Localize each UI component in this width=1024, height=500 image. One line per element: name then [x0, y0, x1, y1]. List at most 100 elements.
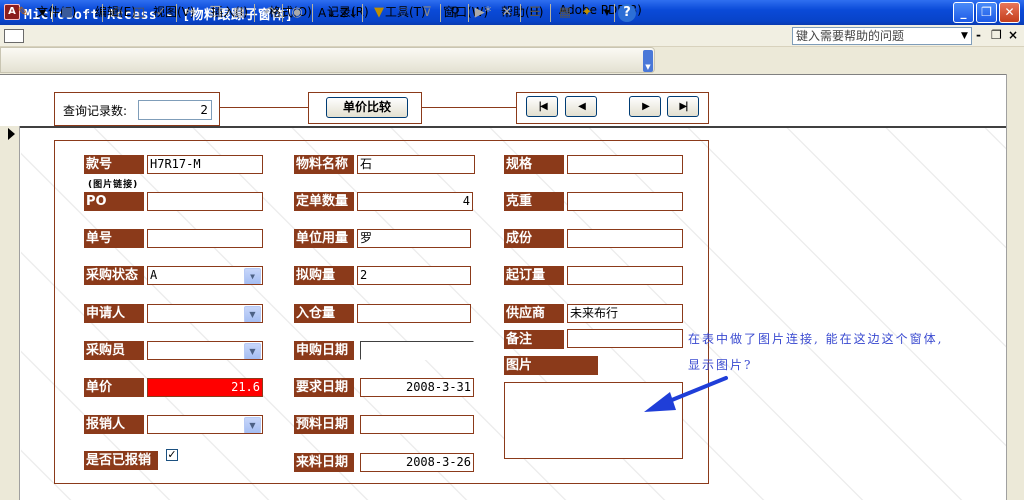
- combo-arrow-icon[interactable]: ▼: [244, 343, 261, 359]
- current-record-pointer-icon: [8, 128, 15, 140]
- search-file-icon[interactable]: ⌕: [80, 4, 98, 22]
- expected-date-label: 预料日期: [294, 415, 354, 434]
- copy-icon[interactable]: ❐: [206, 4, 224, 22]
- buyer-combo[interactable]: ▼: [147, 341, 263, 360]
- mdi-minimize-button[interactable]: -: [976, 28, 981, 42]
- planned-qty-field[interactable]: 2: [357, 266, 471, 285]
- mdi-restore-button[interactable]: ❐: [991, 28, 1002, 42]
- toolbar-separator: [52, 4, 53, 22]
- previous-record-button[interactable]: ◀: [565, 96, 597, 117]
- order-qty-label: 定单数量: [294, 192, 354, 211]
- form-menu-icon[interactable]: [4, 29, 24, 43]
- toolbar: [0, 47, 655, 73]
- toolbar-separator: [254, 4, 255, 22]
- spelling-icon[interactable]: ✓: [152, 4, 170, 22]
- sort-descending-icon[interactable]: Z↓: [340, 4, 358, 22]
- toolbar-separator: [312, 4, 313, 22]
- toolbar-separator: [176, 4, 177, 22]
- combo-arrow-icon[interactable]: ▼: [244, 268, 261, 284]
- restore-button[interactable]: ❐: [976, 2, 997, 23]
- combo-arrow-icon[interactable]: ▼: [244, 306, 261, 322]
- apply-filter-icon[interactable]: ⊽: [418, 4, 436, 22]
- style-no-label: 款号: [84, 155, 144, 174]
- view-icon[interactable]: ✎: [14, 4, 32, 22]
- combo-arrow-icon[interactable]: ▼: [244, 417, 261, 433]
- purchase-status-combo[interactable]: A ▼: [147, 266, 263, 285]
- mdi-close-button[interactable]: ×: [1008, 28, 1018, 42]
- picture-link-note: (图片链接): [88, 180, 139, 190]
- cost-label: 成份: [504, 229, 564, 248]
- find-icon[interactable]: ⚲: [446, 4, 464, 22]
- expected-date-field[interactable]: [360, 415, 474, 434]
- applicant-combo[interactable]: ▼: [147, 304, 263, 323]
- sort-ascending-icon[interactable]: A↓: [318, 4, 336, 22]
- toolbar-separator: [468, 4, 469, 22]
- planned-qty-label: 拟购量: [294, 266, 354, 285]
- first-record-button[interactable]: |◀: [526, 96, 558, 117]
- toolbar-separator: [440, 4, 441, 22]
- query-count-field[interactable]: 2: [138, 100, 212, 120]
- style-no-field[interactable]: H7R17-M: [147, 155, 263, 174]
- hyperlink-icon[interactable]: ◉: [288, 4, 306, 22]
- arrival-date-field[interactable]: 2008-3-26: [360, 453, 474, 472]
- database-window-icon[interactable]: ▦: [556, 4, 574, 22]
- filter-form-icon[interactable]: ▽: [394, 4, 412, 22]
- toolbar-separator: [614, 4, 615, 22]
- supplier-field[interactable]: 未来布行: [567, 304, 683, 323]
- help-dropdown-arrow-icon[interactable]: ▼: [958, 28, 971, 44]
- reimbursed-label: 是否已报销: [84, 451, 158, 470]
- help-icon[interactable]: ?: [618, 4, 636, 22]
- paste-icon[interactable]: ▤: [230, 4, 248, 22]
- view-dropdown-icon[interactable]: ▼: [34, 4, 52, 22]
- material-name-field[interactable]: 石: [357, 155, 475, 174]
- minimize-button[interactable]: _: [953, 2, 974, 23]
- next-record-button[interactable]: ▶: [629, 96, 661, 117]
- stock-in-label: 入仓量: [294, 304, 354, 323]
- stock-in-field[interactable]: [357, 304, 471, 323]
- annotation-line-1: 在表中做了图片连接, 能在这边这个窗体,: [688, 332, 944, 346]
- remark-field[interactable]: [567, 329, 683, 348]
- gram-weight-label: 克重: [504, 192, 564, 211]
- filter-selection-icon[interactable]: ▼: [370, 4, 388, 22]
- toolbar-empty-area: [656, 47, 1024, 73]
- properties-icon[interactable]: ☰: [526, 4, 544, 22]
- last-record-button[interactable]: ▶|: [667, 96, 699, 117]
- reimburser-combo[interactable]: ▼: [147, 415, 263, 434]
- print-preview-icon[interactable]: ◫: [130, 4, 148, 22]
- gram-weight-field[interactable]: [567, 192, 683, 211]
- toolbar-separator: [362, 4, 363, 22]
- unit-price-field[interactable]: 21.6: [147, 378, 263, 397]
- new-object-icon[interactable]: ✦: [578, 4, 596, 22]
- record-selector-column[interactable]: [0, 126, 20, 500]
- cost-field[interactable]: [567, 229, 683, 248]
- order-no-field[interactable]: [147, 229, 263, 248]
- delete-record-icon[interactable]: ✕: [498, 4, 516, 22]
- required-date-field[interactable]: 2008-3-31: [360, 378, 474, 397]
- save-icon[interactable]: ■: [58, 4, 76, 22]
- cut-icon[interactable]: ✂: [182, 4, 200, 22]
- supplier-label: 供应商: [504, 304, 564, 323]
- order-qty-field[interactable]: 4: [357, 192, 473, 211]
- buyer-label: 采购员: [84, 341, 144, 360]
- close-button[interactable]: ✕: [999, 2, 1020, 23]
- po-label: PO: [84, 192, 144, 211]
- reimbursed-checkbox[interactable]: ✓: [166, 449, 178, 461]
- help-question-input[interactable]: 键入需要帮助的问题: [792, 27, 972, 45]
- new-record-icon[interactable]: ▶*: [474, 4, 492, 22]
- po-field[interactable]: [147, 192, 263, 211]
- unit-usage-field[interactable]: 罗: [357, 229, 471, 248]
- moq-field[interactable]: [567, 266, 683, 285]
- toolbar-options-icon[interactable]: ▼: [643, 50, 653, 72]
- picture-label: 图片: [504, 356, 598, 375]
- remark-label: 备注: [504, 330, 564, 349]
- unit-price-compare-button[interactable]: 单价比较: [326, 97, 408, 118]
- reimburser-label: 报销人: [84, 415, 144, 434]
- spec-field[interactable]: [567, 155, 683, 174]
- arrival-date-label: 来料日期: [294, 453, 354, 472]
- connector-line: [220, 107, 308, 108]
- undo-icon[interactable]: ↶: [260, 4, 278, 22]
- order-no-label: 单号: [84, 229, 144, 248]
- print-icon[interactable]: ⎙: [108, 4, 126, 22]
- unit-usage-label: 单位用量: [294, 229, 354, 248]
- purchase-date-field[interactable]: [360, 341, 474, 360]
